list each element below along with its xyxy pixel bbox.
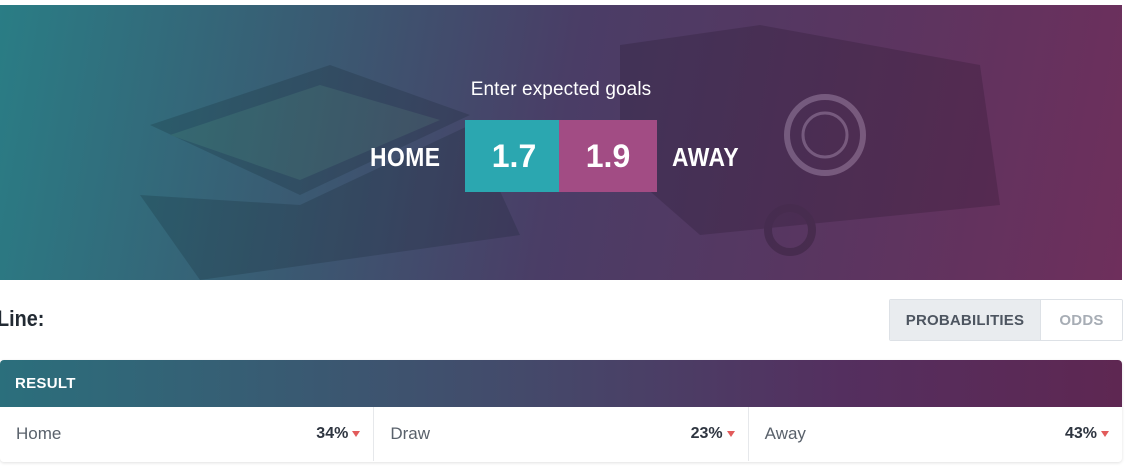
- result-label-draw: Draw: [390, 424, 430, 443]
- probabilities-tab[interactable]: PROBABILITIES: [890, 300, 1041, 340]
- result-card: RESULT Home 34% Draw 23% Away 43%: [0, 360, 1122, 462]
- home-probability: 34%: [316, 425, 349, 442]
- down-caret-icon: [352, 431, 361, 437]
- result-header: RESULT: [0, 360, 1122, 407]
- view-toggle: PROBABILITIES ODDS: [889, 299, 1123, 341]
- expected-goals-title: Enter expected goals: [470, 79, 652, 100]
- hero-banner: Enter expected goals HOME AWAY: [0, 5, 1122, 280]
- away-probability: 43%: [1064, 425, 1097, 442]
- result-value-draw: 23%: [691, 425, 735, 443]
- home-xg-input[interactable]: [465, 120, 563, 192]
- line-label: Line:: [0, 306, 45, 331]
- result-cell-draw: Draw 23%: [374, 407, 749, 461]
- result-row: Home 34% Draw 23% Away 43%: [0, 407, 1122, 461]
- down-caret-icon: [1100, 431, 1109, 437]
- down-caret-icon: [726, 431, 735, 437]
- result-cell-away: Away 43%: [749, 407, 1122, 461]
- away-team-label: AWAY: [672, 142, 740, 172]
- draw-probability: 23%: [690, 425, 723, 442]
- result-value-away: 43%: [1065, 425, 1109, 443]
- home-team-label: HOME: [370, 142, 441, 172]
- away-xg-input[interactable]: [559, 120, 657, 192]
- expected-goals-row: HOME AWAY: [0, 120, 1122, 194]
- odds-tab[interactable]: ODDS: [1041, 300, 1122, 340]
- result-value-home: 34%: [316, 425, 361, 443]
- result-cell-home: Home 34%: [0, 407, 375, 461]
- result-label-home: Home: [16, 424, 62, 443]
- result-label-away: Away: [764, 424, 806, 443]
